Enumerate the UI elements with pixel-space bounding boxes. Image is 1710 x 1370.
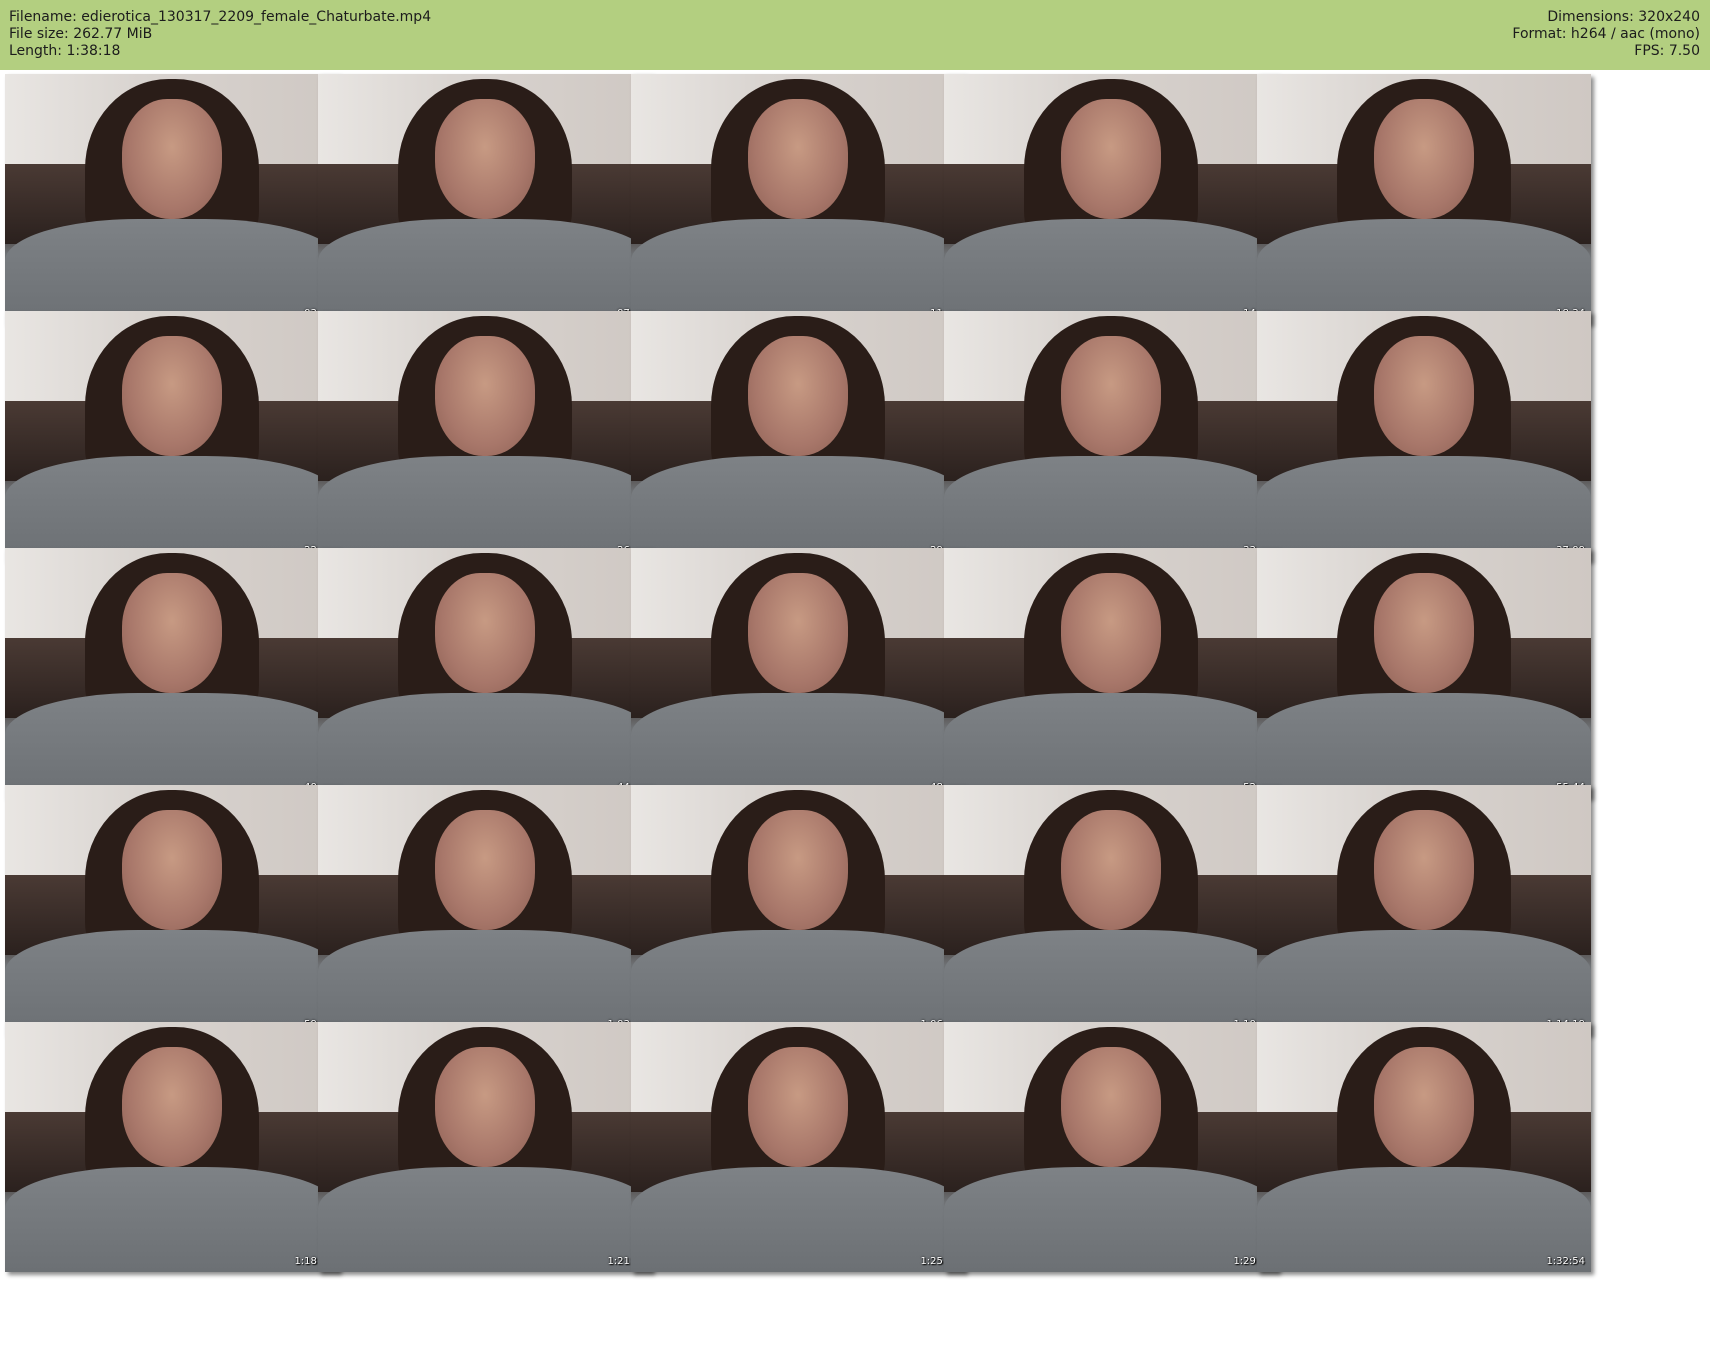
thumbnail-shirt: [1257, 456, 1591, 561]
thumbnail-shirt: [631, 1167, 965, 1272]
info-header: Filename: edierotica_130317_2209_female_…: [0, 0, 1710, 70]
thumbnail: 22:17: [5, 311, 339, 561]
thumbnail-shirt: [944, 456, 1278, 561]
thumbnail: 48:18: [631, 548, 965, 798]
filesize-text: File size: 262.77 MiB: [9, 26, 153, 42]
thumbnail-face: [1060, 1047, 1162, 1167]
fps-text: FPS: 7.50: [1634, 43, 1700, 59]
length-text: Length: 1:38:18: [9, 43, 121, 59]
thumbnail-face: [1373, 336, 1475, 456]
thumbnail-shirt: [944, 1167, 1278, 1272]
thumbnail-face: [1060, 573, 1162, 693]
thumbnail: 33:26: [944, 311, 1278, 561]
thumbnail: 07:25: [318, 74, 652, 324]
thumbnail: 26:00: [318, 311, 652, 561]
thumbnail-face: [1373, 810, 1475, 930]
thumbnail: 1:32:54: [1257, 1022, 1591, 1272]
thumbnail-timestamp: 1:32:54: [1546, 1256, 1585, 1267]
thumbnail-face: [747, 336, 849, 456]
thumbnail: 55:44: [1257, 548, 1591, 798]
thumbnail-face: [1373, 1047, 1475, 1167]
thumbnail-shirt: [5, 693, 339, 798]
thumbnail-shirt: [944, 693, 1278, 798]
thumbnail-face: [434, 810, 536, 930]
thumbnail-shirt: [1257, 1167, 1591, 1272]
thumbnail-shirt: [5, 219, 339, 324]
thumbnail-shirt: [1257, 693, 1591, 798]
thumbnail-shirt: [5, 1167, 339, 1272]
thumbnail: 59:27: [5, 785, 339, 1035]
thumbnail: 37:09: [1257, 311, 1591, 561]
thumbnail-shirt: [1257, 930, 1591, 1035]
thumbnail-face: [747, 1047, 849, 1167]
thumbnail-face: [747, 99, 849, 219]
thumbnail-shirt: [318, 1167, 652, 1272]
thumbnail-face: [434, 1047, 536, 1167]
thumbnail-shirt: [631, 219, 965, 324]
thumbnail-shirt: [318, 693, 652, 798]
thumbnail-face: [121, 573, 223, 693]
thumbnail-shirt: [631, 930, 965, 1035]
thumbnail-shirt: [1257, 219, 1591, 324]
thumbnail: 1:18:02: [5, 1022, 339, 1272]
thumbnail: 1:25:28: [631, 1022, 965, 1272]
thumbnail: 29:43: [631, 311, 965, 561]
thumbnail: 1:03:10: [318, 785, 652, 1035]
thumbnail-face: [434, 99, 536, 219]
thumbnail-face: [434, 336, 536, 456]
thumbnail-face: [1060, 99, 1162, 219]
thumbnail: 40:52: [5, 548, 339, 798]
thumbnail: 1:06:53: [631, 785, 965, 1035]
thumbnail: 14:51: [944, 74, 1278, 324]
thumbnail-face: [121, 810, 223, 930]
file-info-right: Dimensions: 320x240 Format: h264 / aac (…: [1512, 9, 1700, 60]
thumbnail: 11:08: [631, 74, 965, 324]
thumbnail: 52:01: [944, 548, 1278, 798]
dimensions-text: Dimensions: 320x240: [1547, 9, 1700, 25]
thumbnail-face: [121, 336, 223, 456]
thumbnail-shirt: [5, 930, 339, 1035]
thumbnail-face: [434, 573, 536, 693]
file-info-left: Filename: edierotica_130317_2209_female_…: [9, 9, 431, 60]
thumbnail-shirt: [944, 930, 1278, 1035]
thumbnail: 1:10:36: [944, 785, 1278, 1035]
thumbnail-face: [1060, 810, 1162, 930]
thumbnail-shirt: [318, 930, 652, 1035]
thumbnail: 1:21:45: [318, 1022, 652, 1272]
thumbnail: 1:29:11: [944, 1022, 1278, 1272]
thumbnail-grid: 03:4207:2511:0814:5118:34 22:1726:0029:43…: [0, 70, 1710, 1370]
thumbnail: 18:34: [1257, 74, 1591, 324]
thumbnail-face: [747, 810, 849, 930]
thumbnail-shirt: [631, 693, 965, 798]
filename-text: Filename: edierotica_130317_2209_female_…: [9, 9, 432, 25]
thumbnail-face: [121, 1047, 223, 1167]
thumbnail-shirt: [318, 456, 652, 561]
thumbnail-shirt: [318, 219, 652, 324]
format-text: Format: h264 / aac (mono): [1512, 26, 1700, 42]
thumbnail-face: [1060, 336, 1162, 456]
thumbnail-shirt: [5, 456, 339, 561]
thumbnail: 1:14:19: [1257, 785, 1591, 1035]
thumbnail-face: [1373, 99, 1475, 219]
thumbnail-face: [747, 573, 849, 693]
thumbnail-face: [121, 99, 223, 219]
thumbnail: 03:42: [5, 74, 339, 324]
thumbnail: 44:35: [318, 548, 652, 798]
thumbnail-shirt: [944, 219, 1278, 324]
thumbnail-face: [1373, 573, 1475, 693]
thumbnail-shirt: [631, 456, 965, 561]
